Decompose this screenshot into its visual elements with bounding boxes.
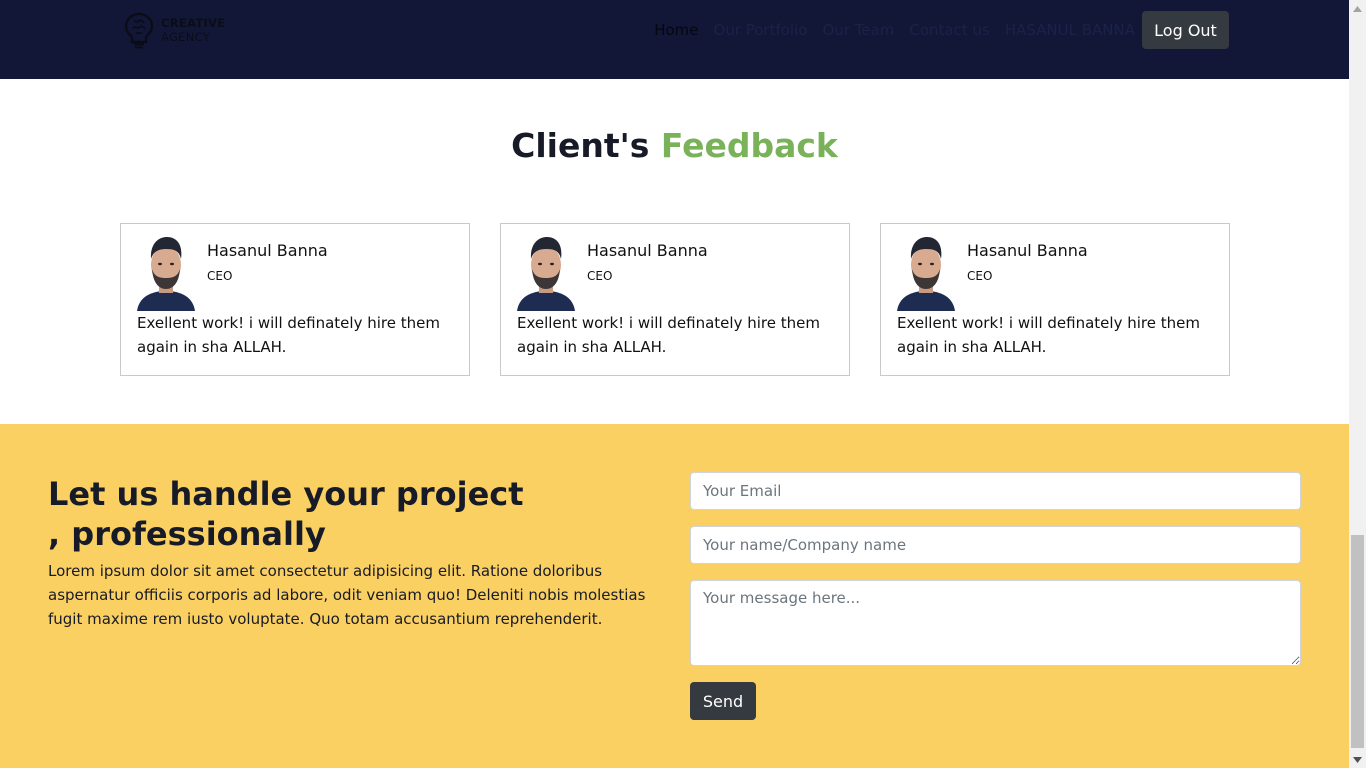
lightbulb-brain-icon (124, 12, 154, 49)
person-photo-icon (137, 237, 195, 311)
name-company-input[interactable] (690, 526, 1301, 564)
scrollbar-thumb[interactable] (1351, 535, 1364, 748)
nav-link-our-team[interactable]: Our Team (822, 21, 894, 39)
card-role: CEO (967, 269, 993, 283)
card-name: Hasanul Banna (207, 241, 328, 260)
card-name: Hasanul Banna (587, 241, 708, 260)
person-photo-icon (897, 237, 955, 311)
message-textarea[interactable] (690, 580, 1301, 666)
feedback-title: Client's Feedback (0, 126, 1349, 165)
contact-heading: Let us handle your project , professiona… (48, 475, 524, 553)
feedback-title-accent: Feedback (660, 126, 838, 165)
card-text: Exellent work! i will definately hire th… (517, 314, 820, 356)
page: CREATIVE AGENCY Home Our Portfolio Our T… (0, 0, 1349, 768)
log-out-button[interactable]: Log Out (1142, 11, 1229, 49)
avatar (897, 231, 955, 311)
navbar: CREATIVE AGENCY Home Our Portfolio Our T… (0, 0, 1349, 79)
card-text: Exellent work! i will definately hire th… (137, 314, 440, 356)
card-name: Hasanul Banna (967, 241, 1088, 260)
scroll-down-icon[interactable] (1349, 751, 1366, 768)
brand-line-2: AGENCY (161, 30, 211, 44)
card-role: CEO (587, 269, 613, 283)
contact-description: Lorem ipsum dolor sit amet consectetur a… (48, 562, 646, 628)
nav-links: Home Our Portfolio Our Team Contact us H… (654, 18, 1135, 42)
brand-name: CREATIVE AGENCY (161, 16, 225, 44)
feedback-card: Hasanul Banna CEO Exellent work! i will … (880, 223, 1230, 376)
avatar (517, 231, 575, 311)
scroll-up-icon[interactable] (1349, 0, 1366, 17)
avatar (137, 231, 195, 311)
brand-logo[interactable]: CREATIVE AGENCY (122, 11, 234, 49)
brand-line-1: CREATIVE (161, 16, 226, 30)
person-photo-icon (517, 237, 575, 311)
card-text: Exellent work! i will definately hire th… (897, 314, 1200, 356)
nav-link-home[interactable]: Home (654, 21, 698, 39)
nav-link-our-portfolio[interactable]: Our Portfolio (713, 21, 807, 39)
nav-link-user-name[interactable]: HASANUL BANNA (1005, 21, 1135, 39)
email-input[interactable] (690, 472, 1301, 510)
contact-section: Let us handle your project , professiona… (0, 424, 1349, 768)
nav-link-contact-us[interactable]: Contact us (909, 21, 989, 39)
card-role: CEO (207, 269, 233, 283)
feedback-card: Hasanul Banna CEO Exellent work! i will … (500, 223, 850, 376)
vertical-scrollbar[interactable] (1349, 0, 1366, 768)
send-button[interactable]: Send (690, 682, 756, 720)
feedback-title-main: Client's (511, 126, 650, 165)
feedback-card: Hasanul Banna CEO Exellent work! i will … (120, 223, 470, 376)
